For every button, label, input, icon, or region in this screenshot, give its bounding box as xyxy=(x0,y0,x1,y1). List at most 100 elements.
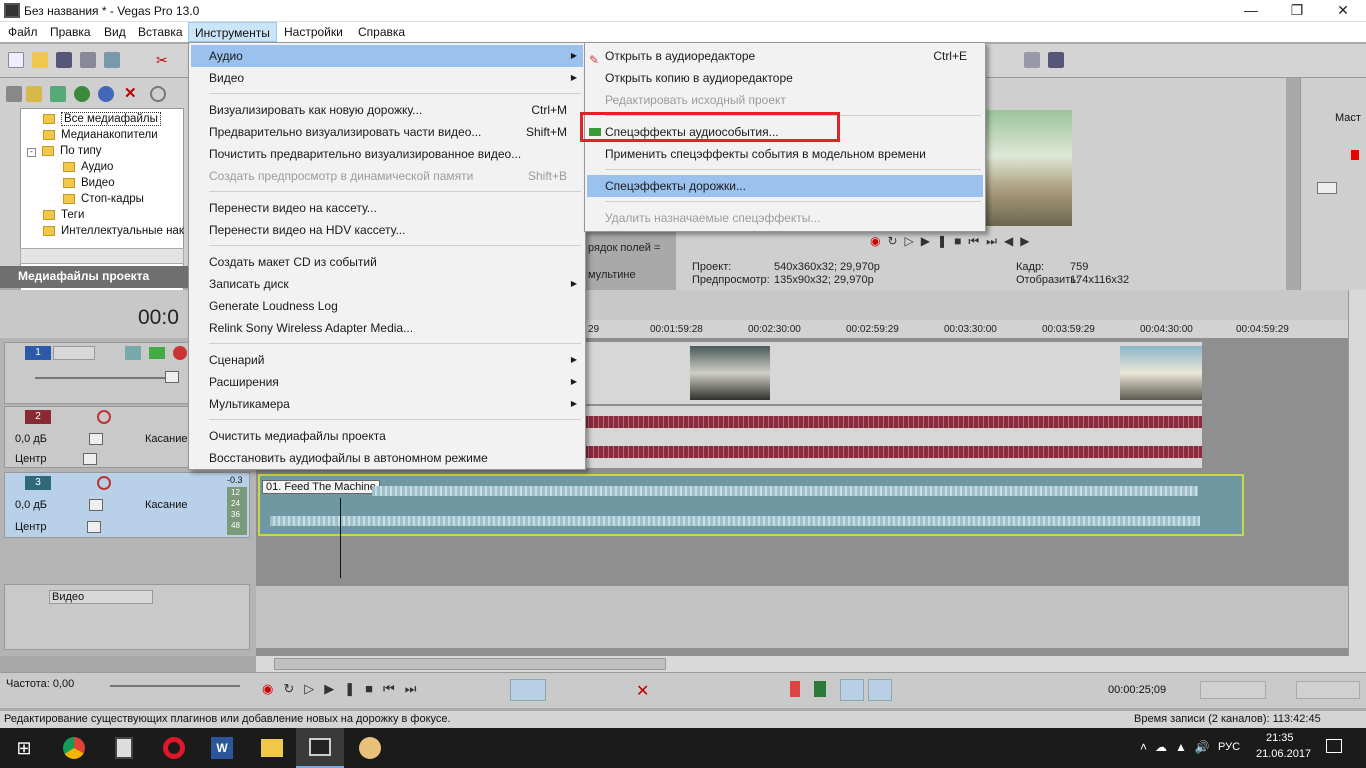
fx-icon[interactable] xyxy=(149,347,165,359)
menu-item-clean-project-media[interactable]: Очистить медиафайлы проекта xyxy=(191,425,583,447)
marker-icon[interactable] xyxy=(790,681,800,697)
new-icon[interactable] xyxy=(8,52,24,68)
open-icon[interactable] xyxy=(32,52,48,68)
automation-mode[interactable]: Касание xyxy=(145,433,187,445)
stop-icon[interactable]: ■ xyxy=(954,234,968,248)
master-fader[interactable] xyxy=(1317,182,1337,194)
calculator-icon[interactable] xyxy=(100,728,148,768)
tree-item-stills[interactable]: Стоп-кадры xyxy=(63,191,144,207)
tab-project-media[interactable]: Медиафайлы проекта xyxy=(18,269,149,283)
notification-icon[interactable] xyxy=(1326,739,1342,753)
import-icon[interactable] xyxy=(26,86,42,102)
horizontal-scrollbar[interactable] xyxy=(256,656,1366,672)
go-start-icon[interactable]: ⏮ xyxy=(383,681,405,696)
menu-item-apply-event-fx-realtime[interactable]: Применить спецэффекты события в модельно… xyxy=(587,143,983,165)
cut-icon[interactable]: ✂ xyxy=(156,52,172,68)
normal-edit-tool-icon[interactable] xyxy=(510,679,546,701)
video-thumbnail[interactable] xyxy=(690,346,770,400)
menu-file[interactable]: Файл xyxy=(2,22,44,42)
rate-slider[interactable] xyxy=(110,685,240,687)
delete-icon[interactable]: ✕ xyxy=(124,86,140,102)
menu-item-print-to-hdv[interactable]: Перенести видео на HDV кассету... xyxy=(191,219,583,241)
save-icon[interactable] xyxy=(56,52,72,68)
menu-item-open-copy-in-editor[interactable]: Открыть копию в аудиоредакторе xyxy=(587,67,983,89)
menu-item-create-cd-layout[interactable]: Создать макет CD из событий xyxy=(191,251,583,273)
back-icon[interactable] xyxy=(6,86,22,102)
chrome-icon[interactable] xyxy=(50,728,98,768)
tree-item-tags[interactable]: Теги xyxy=(43,207,84,223)
prev-frame-icon[interactable]: ◀ xyxy=(1004,234,1020,248)
tree-item-audio[interactable]: Аудио xyxy=(63,159,113,175)
menu-item-clean-prerendered[interactable]: Почистить предварительно визуализированн… xyxy=(191,143,583,165)
solo-icon[interactable] xyxy=(173,346,187,360)
vertical-scrollbar[interactable] xyxy=(1348,290,1366,656)
play-from-start-icon[interactable]: ▷ xyxy=(905,234,921,248)
language-indicator[interactable]: РУС xyxy=(1218,741,1240,753)
record-icon[interactable]: ◉ xyxy=(262,681,283,696)
opacity-handle[interactable] xyxy=(165,371,179,383)
search-icon[interactable] xyxy=(98,86,114,102)
stop-icon[interactable]: ■ xyxy=(365,681,383,696)
file-explorer-icon[interactable] xyxy=(248,728,296,768)
menu-item-audio[interactable]: Аудио ▶ xyxy=(191,45,583,67)
clock-date[interactable]: 21.06.2017 xyxy=(1256,748,1311,760)
opera-icon[interactable] xyxy=(150,728,198,768)
menu-item-video[interactable]: Видео ▶ xyxy=(191,67,583,89)
pause-icon[interactable]: ❚ xyxy=(344,681,365,696)
menu-settings[interactable]: Настройки xyxy=(278,22,349,42)
automation-mode[interactable]: Касание xyxy=(145,499,187,511)
track-name-field[interactable] xyxy=(53,346,95,360)
tree-item-all-media[interactable]: Все медиафайлы xyxy=(43,111,161,127)
render-icon[interactable] xyxy=(104,52,120,68)
menu-edit[interactable]: Правка xyxy=(44,22,97,42)
clock-time[interactable]: 21:35 xyxy=(1266,732,1294,744)
menu-item-render-new-track[interactable]: Визуализировать как новую дорожку... Ctrl… xyxy=(191,99,583,121)
next-frame-icon[interactable]: ▶ xyxy=(1020,234,1036,248)
arm-record-icon[interactable] xyxy=(97,410,111,424)
save-snapshot-icon[interactable] xyxy=(1048,52,1064,68)
menu-item-loudness-log[interactable]: Generate Loudness Log xyxy=(191,295,583,317)
record-icon[interactable]: ◉ xyxy=(870,234,887,248)
menu-item-track-fx[interactable]: Спецэффекты дорожки... xyxy=(587,175,983,197)
region-icon[interactable] xyxy=(814,681,826,697)
length-field[interactable] xyxy=(1296,681,1360,699)
opacity-slider[interactable] xyxy=(35,377,179,379)
menu-item-print-to-tape[interactable]: Перенести видео на кассету... xyxy=(191,197,583,219)
loop-icon[interactable]: ↻ xyxy=(887,234,904,248)
properties-icon[interactable] xyxy=(80,52,96,68)
volume-handle[interactable] xyxy=(89,499,103,511)
menu-item-open-in-editor[interactable]: ✎ Открыть в аудиоредакторе Ctrl+E xyxy=(587,45,983,67)
clip-label[interactable]: 01. Feed The Machine xyxy=(262,480,380,494)
explorer-hscroll[interactable] xyxy=(20,248,184,264)
play-icon[interactable]: ▶ xyxy=(324,681,344,696)
clear-icon[interactable] xyxy=(150,86,166,102)
start-icon[interactable]: ⊞ xyxy=(0,728,48,768)
menu-item-prerender-video[interactable]: Предварительно визуализировать части вид… xyxy=(191,121,583,143)
maximize-icon[interactable]: ❐ xyxy=(1274,0,1320,22)
menu-tools[interactable]: Инструменты xyxy=(188,22,277,42)
tree-item-smart-bins[interactable]: Интеллектуальные нак xyxy=(43,223,184,239)
selection-field[interactable] xyxy=(1200,681,1266,699)
pan-handle[interactable] xyxy=(83,453,97,465)
word-icon[interactable]: W xyxy=(198,728,246,768)
composite-icon[interactable] xyxy=(125,346,141,360)
minimize-icon[interactable]: — xyxy=(1228,0,1274,22)
menu-item-burn-disc[interactable]: Записать диск ▶ xyxy=(191,273,583,295)
close-icon[interactable]: ✕ xyxy=(1320,0,1366,22)
menu-help[interactable]: Справка xyxy=(352,22,411,42)
menu-item-restore-offline-audio[interactable]: Восстановить аудиофайлы в автономном реж… xyxy=(191,447,583,469)
arm-record-icon[interactable] xyxy=(97,476,111,490)
menu-item-scripting[interactable]: Сценарий ▶ xyxy=(191,349,583,371)
menu-insert[interactable]: Вставка xyxy=(132,22,189,42)
collapse-icon[interactable]: - xyxy=(27,148,36,157)
play-from-start-icon[interactable]: ▷ xyxy=(304,681,324,696)
loop-icon[interactable]: ↻ xyxy=(283,681,304,696)
scroll-thumb[interactable] xyxy=(274,658,666,670)
delete-icon[interactable]: ✕ xyxy=(636,681,649,701)
play-icon[interactable]: ▶ xyxy=(921,234,937,248)
track-header-video-bus[interactable]: Видео xyxy=(4,584,250,650)
tree-item-video[interactable]: Видео xyxy=(63,175,115,191)
go-start-icon[interactable]: ⏮ xyxy=(968,234,986,248)
tray-icons[interactable]: ˄☁▲🔊 xyxy=(1140,740,1218,754)
menu-view[interactable]: Вид xyxy=(98,22,132,42)
